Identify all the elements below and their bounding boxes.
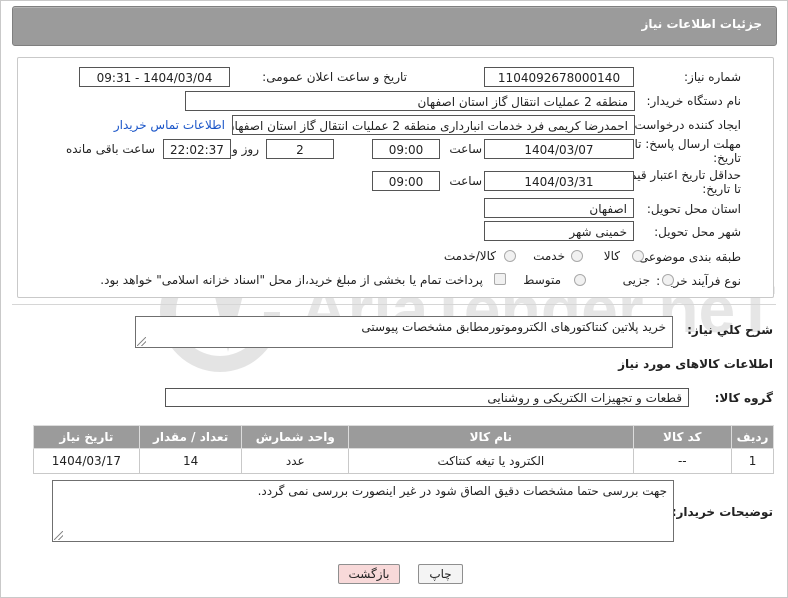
buyer-notes-label: توضیحات خریدار: [671, 505, 773, 519]
remaining-time-label: ساعت باقی مانده [65, 142, 155, 156]
buyer-notes-textarea[interactable]: جهت بررسی حتما مشخصات دقیق الصاق شود در … [52, 480, 674, 542]
process-medium-option-label: متوسط [523, 273, 561, 287]
subject-class-label: طبقه بندی موضوعی: [634, 250, 741, 264]
goods-group-field[interactable]: قطعات و تجهیزات الکتریکی و روشنایی [165, 388, 689, 407]
need-number-label: شماره نیاز: [684, 70, 741, 84]
resize-grip-icon[interactable] [54, 531, 63, 540]
cell-need-date: 1404/03/17 [33, 448, 140, 474]
goods-section-title: اطلاعات کالاهای مورد نیاز [618, 357, 773, 371]
process-medium-radio[interactable] [574, 274, 586, 286]
subject-service-radio[interactable] [571, 250, 583, 262]
subject-service-option-label: خدمت [533, 249, 565, 263]
header-unit: واحد شمارش [241, 425, 350, 449]
buyer-notes-text: جهت بررسی حتما مشخصات دقیق الصاق شود در … [257, 484, 667, 498]
reply-deadline-label-line2: تاریخ: [713, 151, 741, 165]
price-validity-label-line2: تا تاریخ: [702, 182, 741, 196]
buyer-org-label: نام دستگاه خریدار: [646, 94, 742, 108]
subject-goods-radio[interactable] [632, 250, 644, 262]
description-textarea[interactable]: خرید پلاتین کنتاکتورهای الکتروموتورمطابق… [135, 316, 673, 348]
goods-group-label: گروه کالا: [714, 391, 773, 405]
delivery-city-field[interactable]: خمینی شهر [484, 221, 634, 241]
announce-datetime-label: تاریخ و ساعت اعلان عمومی: [262, 70, 407, 84]
description-text: خرید پلاتین کنتاکتورهای الکتروموتورمطابق… [361, 320, 666, 334]
delivery-city-label: شهر محل تحویل: [654, 225, 741, 239]
cell-unit: عدد [241, 448, 350, 474]
section-divider [12, 304, 776, 305]
price-validity-date-field[interactable]: 1404/03/31 [484, 171, 634, 191]
treasury-payment-checkbox[interactable] [494, 273, 506, 285]
header-item-code: کد کالا [632, 425, 733, 449]
header-quantity: تعداد / مقدار [138, 425, 243, 449]
header-row-number: ردیف [731, 425, 774, 449]
process-minor-radio[interactable] [662, 274, 674, 286]
buyer-org-field[interactable]: منطقه 2 عملیات انتقال گاز استان اصفهان [185, 91, 635, 111]
delivery-province-label: استان محل تحویل: [646, 202, 741, 216]
cell-item-name: الکترود یا تیغه کنتاکت [348, 448, 634, 474]
cell-quantity: 14 [138, 448, 243, 474]
cell-row-number: 1 [731, 448, 774, 474]
print-button[interactable]: چاپ [418, 564, 463, 584]
window-title: جزئیات اطلاعات نیاز [641, 17, 762, 31]
treasury-payment-note: پرداخت تمام یا بخشی از مبلغ خرید،از محل … [100, 273, 483, 287]
reply-deadline-date-field[interactable]: 1404/03/07 [484, 139, 634, 159]
remaining-time-field[interactable]: 22:02:37 [163, 139, 231, 159]
header-item-name: نام کالا [348, 425, 634, 449]
reply-deadline-label-line1: مهلت ارسال پاسخ: تا [634, 137, 741, 151]
remaining-days-field[interactable]: 2 [266, 139, 334, 159]
price-validity-time-label: ساعت [449, 174, 482, 188]
header-need-date: تاریخ نیاز [33, 425, 140, 449]
delivery-province-field[interactable]: اصفهان [484, 198, 634, 218]
description-label: شرح کلي نياز: [687, 323, 773, 337]
price-validity-time-field[interactable]: 09:00 [372, 171, 440, 191]
subject-goods-service-radio[interactable] [504, 250, 516, 262]
resize-grip-icon[interactable] [137, 337, 146, 346]
announce-datetime-field[interactable]: 1404/03/04 - 09:31 [79, 67, 230, 87]
goods-table-header-row: ردیف کد کالا نام کالا واحد شمارش تعداد /… [33, 425, 774, 449]
remaining-days-label: روز و [232, 142, 259, 156]
subject-goods-option-label: کالا [603, 249, 620, 263]
title-bar: جزئیات اطلاعات نیاز [12, 6, 777, 46]
need-number-field[interactable]: 1104092678000140 [484, 67, 634, 87]
cell-item-code: -- [632, 448, 733, 474]
goods-table: ردیف کد کالا نام کالا واحد شمارش تعداد /… [33, 425, 774, 474]
reply-deadline-time-field[interactable]: 09:00 [372, 139, 440, 159]
buyer-contact-link[interactable]: اطلاعات تماس خریدار [114, 118, 225, 132]
back-button[interactable]: بازگشت [338, 564, 400, 584]
reply-deadline-time-label: ساعت [449, 142, 482, 156]
table-row[interactable]: 1 -- الکترود یا تیغه کنتاکت عدد 14 1404/… [33, 448, 774, 474]
process-minor-option-label: جزیی [622, 273, 650, 287]
requester-label: ایجاد کننده درخواست: [630, 118, 741, 132]
subject-goods-service-option-label: کالا/خدمت [443, 249, 496, 263]
requester-field[interactable]: احمدرضا کریمی فرد خدمات انبارداری منطقه … [232, 115, 635, 135]
